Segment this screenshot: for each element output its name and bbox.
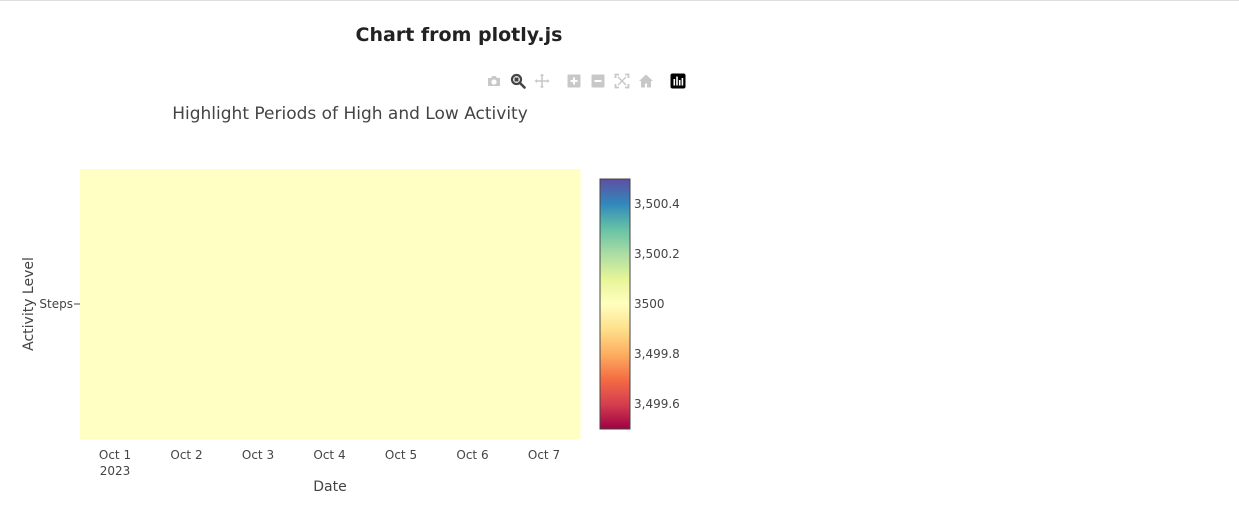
- camera-icon: [487, 76, 500, 86]
- plotly-logo-button[interactable]: [668, 72, 687, 90]
- y-axis-title: Activity Level: [21, 257, 37, 351]
- plotly-logo-icon: [670, 73, 685, 89]
- zoom-out-icon: [591, 74, 604, 88]
- x-tick-label: Oct 7: [528, 448, 560, 462]
- zoom-button[interactable]: [508, 72, 527, 90]
- top-rule: [0, 0, 1239, 1]
- page-title: Chart from plotly.js: [355, 24, 563, 46]
- heatmap-cell: [294, 169, 367, 440]
- x-axis-title: Date: [313, 479, 346, 495]
- heatmap-cell: [222, 169, 295, 440]
- heatmap-cell: [508, 169, 581, 440]
- autoscale-button[interactable]: [612, 72, 631, 90]
- home-button[interactable]: [636, 72, 655, 90]
- heatmap-cell: [365, 169, 438, 440]
- x-tick-label: Oct 2: [170, 448, 202, 462]
- x-axis-sublabel: 2023: [100, 464, 131, 478]
- y-axis-ticks: Steps: [39, 297, 80, 311]
- heatmap-cell: [80, 169, 152, 440]
- colorbar-tick-label: 3,500.4: [634, 197, 680, 211]
- pan-button[interactable]: [532, 72, 551, 90]
- modebar: [484, 72, 692, 90]
- heatmap-chart: Highlight Periods of High and Low Activi…: [21, 104, 680, 495]
- x-tick-label: Oct 3: [242, 448, 274, 462]
- x-tick-label: Oct 6: [456, 448, 488, 462]
- x-tick-label: Oct 1: [99, 448, 131, 462]
- heatmap-cell: [151, 169, 224, 440]
- x-axis-ticks: Oct 1 Oct 2 Oct 3 Oct 4 Oct 5 Oct 6 Oct 7: [99, 448, 560, 462]
- zoom-icon: [510, 73, 526, 89]
- colorbar: [599, 178, 631, 430]
- colorbar-tick-label: 3,499.6: [634, 397, 680, 411]
- colorbar-ticks: 3,499.6 3,499.8 3500 3,500.2 3,500.4: [634, 197, 680, 411]
- colorbar-tick-label: 3500: [634, 297, 665, 311]
- pan-icon: [534, 73, 549, 89]
- home-icon: [638, 74, 653, 88]
- x-tick-label: Oct 5: [385, 448, 417, 462]
- chart-title: Highlight Periods of High and Low Activi…: [172, 104, 528, 124]
- colorbar-tick-label: 3,499.8: [634, 347, 680, 361]
- autoscale-icon: [614, 73, 629, 89]
- y-tick-label: Steps: [39, 297, 73, 311]
- zoom-in-icon: [567, 74, 580, 88]
- zoom-in-button[interactable]: [564, 72, 583, 90]
- colorbar-tick-label: 3,500.2: [634, 247, 680, 261]
- zoom-out-button[interactable]: [588, 72, 607, 90]
- x-tick-label: Oct 4: [313, 448, 345, 462]
- heatmap-cell: [437, 169, 510, 440]
- camera-button[interactable]: [484, 72, 503, 90]
- heatmap-cells: [80, 169, 581, 440]
